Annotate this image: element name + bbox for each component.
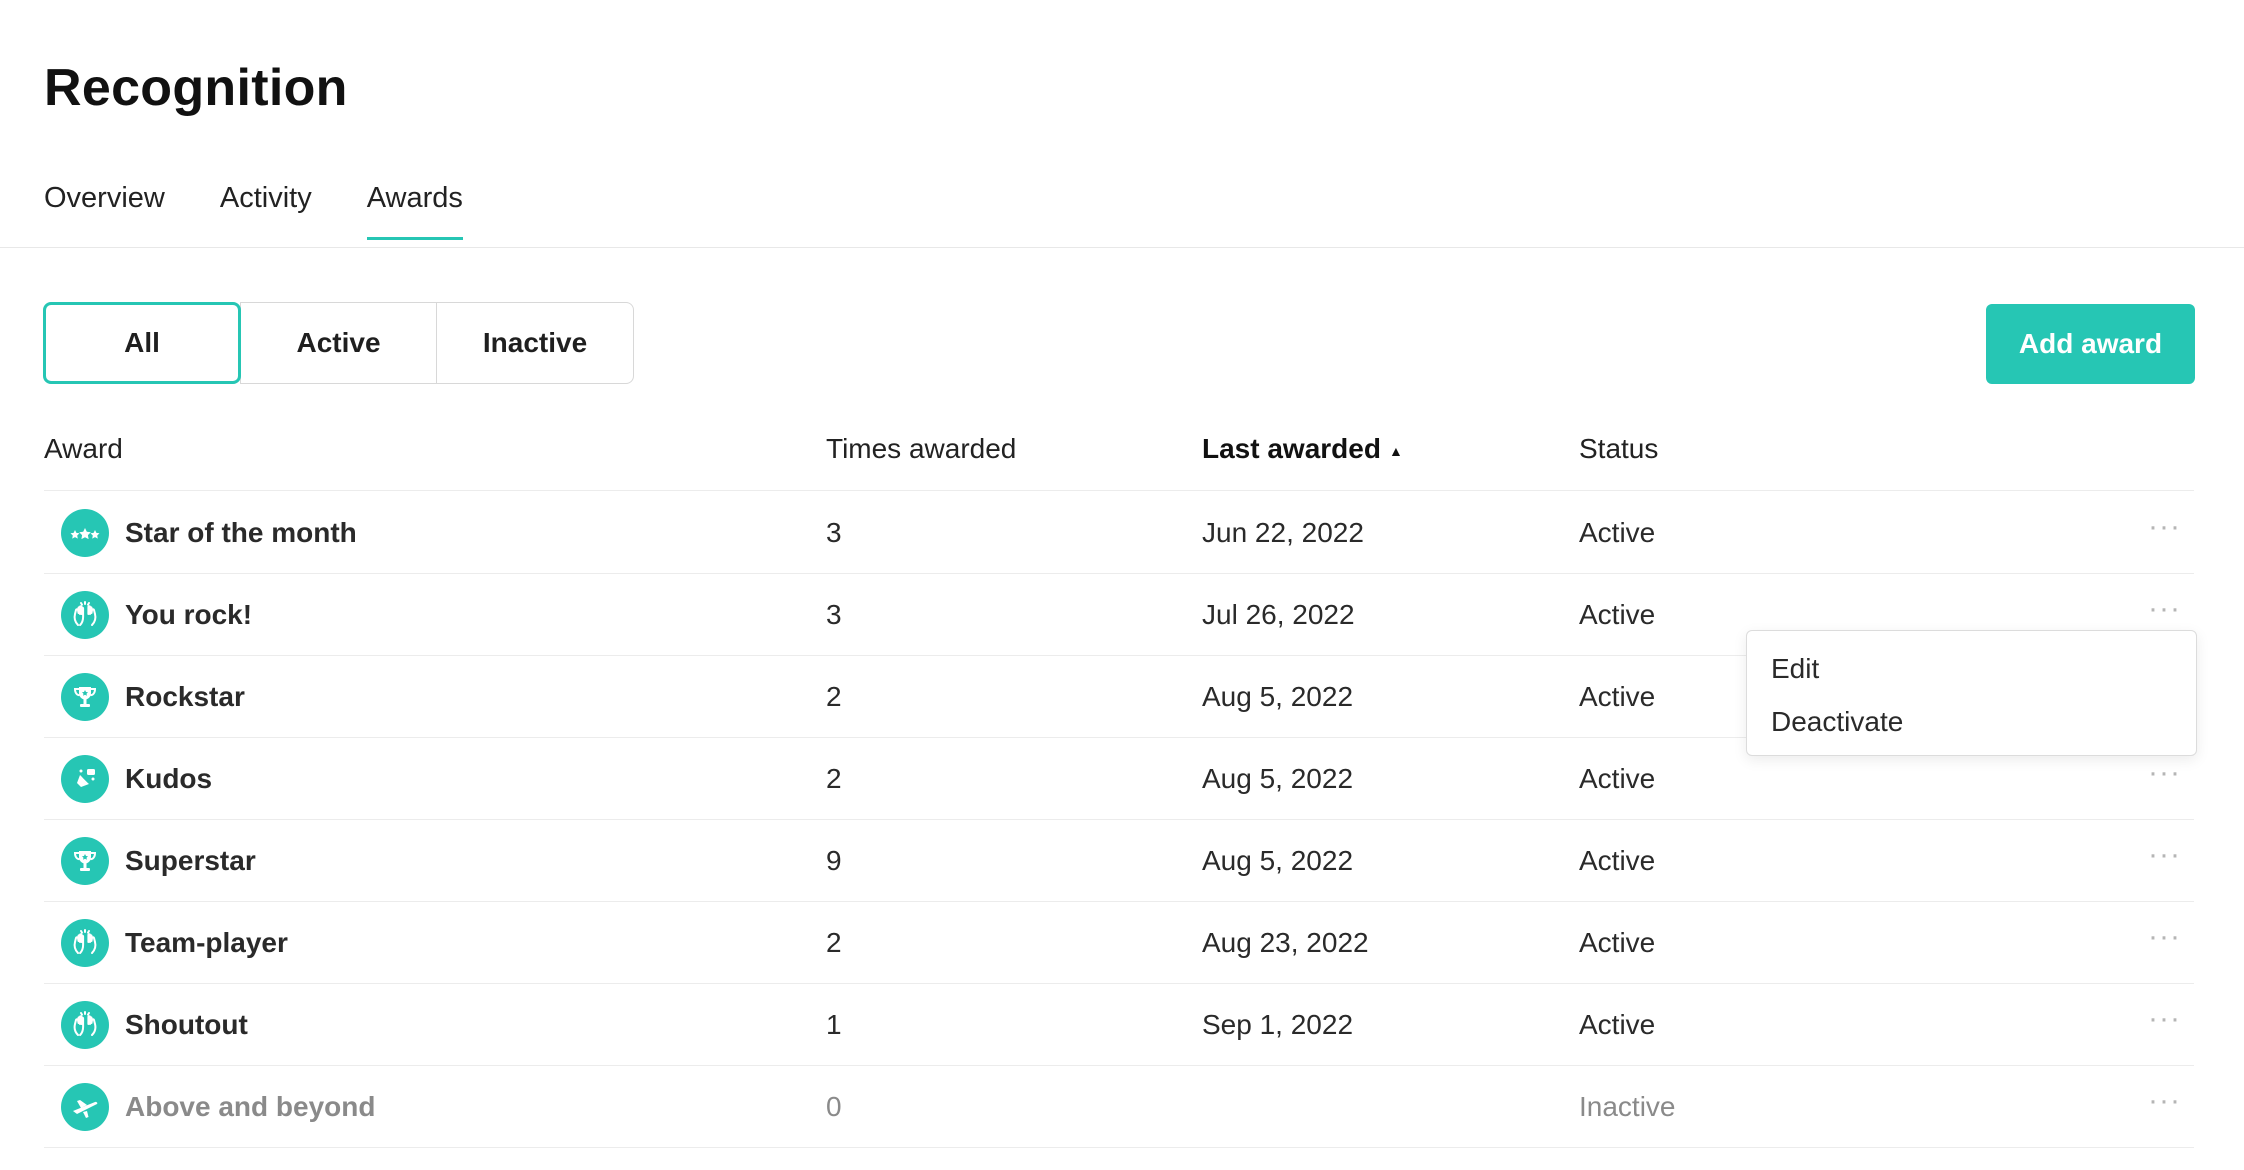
column-header-award[interactable]: Award	[44, 433, 123, 465]
status-text: Active	[1579, 1009, 1656, 1040]
plane-icon	[61, 1083, 109, 1131]
status-text: Active	[1579, 763, 1656, 794]
last-awarded: Aug 5, 2022	[1202, 763, 1354, 794]
table-row[interactable]: Above and beyond 0 Inactive ···	[44, 1066, 2194, 1148]
times-awarded: 1	[826, 1009, 842, 1040]
status-text: Active	[1579, 681, 1656, 712]
filter-active-button[interactable]: Active	[239, 302, 438, 384]
table-row[interactable]: Shoutout 1 Sep 1, 2022 Active ···	[44, 984, 2194, 1066]
times-awarded: 2	[826, 681, 842, 712]
more-options-icon[interactable]: ···	[2148, 756, 2181, 790]
more-options-icon[interactable]: ···	[2148, 592, 2181, 626]
stars-icon	[61, 509, 109, 557]
last-awarded: Sep 1, 2022	[1202, 1009, 1354, 1040]
more-options-icon[interactable]: ···	[2148, 1084, 2181, 1118]
table-header: Award Times awarded Last awarded ▲ Status	[44, 428, 2194, 491]
column-header-last-awarded[interactable]: Last awarded ▲	[1202, 433, 1403, 465]
award-name[interactable]: Kudos	[125, 763, 212, 795]
add-award-button[interactable]: Add award	[1986, 304, 2195, 384]
times-awarded: 0	[826, 1091, 842, 1122]
filter-inactive-button[interactable]: Inactive	[436, 302, 634, 384]
table-row[interactable]: Star of the month 3 Jun 22, 2022 Active ···	[44, 492, 2194, 574]
column-header-status[interactable]: Status	[1579, 433, 1658, 465]
award-name[interactable]: Star of the month	[125, 517, 357, 549]
status-text: Inactive	[1579, 1091, 1676, 1122]
table-row[interactable]: Superstar 9 Aug 5, 2022 Active ···	[44, 820, 2194, 902]
times-awarded: 9	[826, 845, 842, 876]
more-options-icon[interactable]: ···	[2148, 838, 2181, 872]
more-options-icon[interactable]: ···	[2148, 920, 2181, 954]
times-awarded: 2	[826, 763, 842, 794]
more-options-icon[interactable]: ···	[2148, 510, 2181, 544]
last-awarded: Jul 26, 2022	[1202, 599, 1355, 630]
table-row[interactable]: Team-player 2 Aug 23, 2022 Active ···	[44, 902, 2194, 984]
status-text: Active	[1579, 517, 1656, 548]
trophy-icon	[61, 837, 109, 885]
award-name[interactable]: Shoutout	[125, 1009, 248, 1041]
last-awarded: Aug 5, 2022	[1202, 681, 1354, 712]
award-name[interactable]: Above and beyond	[125, 1091, 375, 1123]
tab-overview[interactable]: Overview	[44, 182, 165, 240]
filter-all-button[interactable]: All	[43, 302, 241, 384]
clap-icon	[61, 1001, 109, 1049]
award-name[interactable]: Superstar	[125, 845, 256, 877]
tabs-divider	[0, 247, 2244, 248]
status-text: Active	[1579, 599, 1656, 630]
last-awarded: Aug 5, 2022	[1202, 845, 1354, 876]
times-awarded: 3	[826, 517, 842, 548]
status-filter: All Active Inactive	[43, 302, 634, 384]
kudos-icon	[61, 755, 109, 803]
tab-activity[interactable]: Activity	[220, 182, 312, 240]
page-title: Recognition	[44, 59, 348, 117]
column-header-label: Last awarded	[1202, 433, 1381, 464]
times-awarded: 3	[826, 599, 842, 630]
tab-bar: Overview Activity Awards	[44, 182, 463, 240]
sort-ascending-icon: ▲	[1388, 442, 1403, 459]
times-awarded: 2	[826, 927, 842, 958]
clap-icon	[61, 591, 109, 639]
status-text: Active	[1579, 927, 1656, 958]
trophy-icon	[61, 673, 109, 721]
row-action-menu: Edit Deactivate	[1746, 630, 2197, 756]
clap-icon	[61, 919, 109, 967]
last-awarded: Aug 23, 2022	[1202, 927, 1369, 958]
award-name[interactable]: Team-player	[125, 927, 288, 959]
last-awarded: Jun 22, 2022	[1202, 517, 1364, 548]
award-name[interactable]: You rock!	[125, 599, 252, 631]
award-name[interactable]: Rockstar	[125, 681, 245, 713]
menu-item-edit[interactable]: Edit	[1771, 653, 1819, 685]
tab-awards[interactable]: Awards	[366, 182, 463, 240]
column-header-times-awarded[interactable]: Times awarded	[826, 433, 1016, 465]
status-text: Active	[1579, 845, 1656, 876]
more-options-icon[interactable]: ···	[2148, 1002, 2181, 1036]
menu-item-deactivate[interactable]: Deactivate	[1771, 706, 1903, 738]
